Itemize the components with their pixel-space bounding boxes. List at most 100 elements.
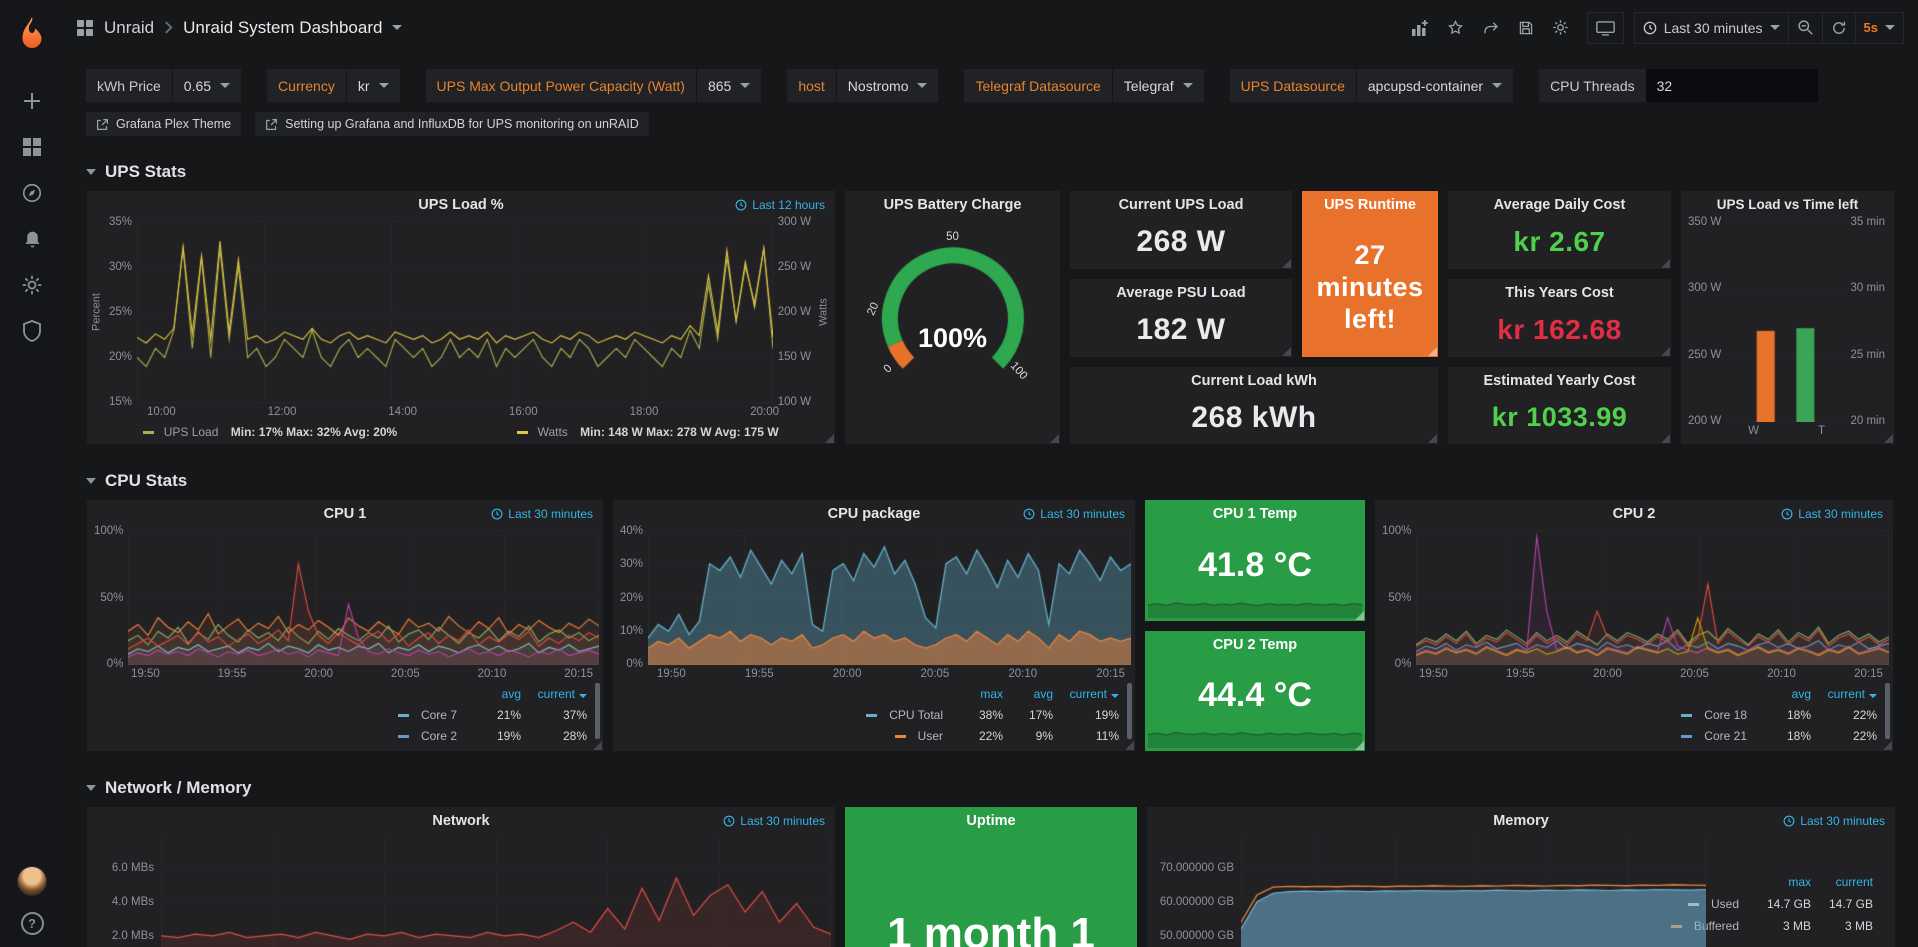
legend-item: Watts Min: 148 W Max: 278 W Avg: 175 W — [517, 425, 778, 439]
y-axis-label-left: Percent — [89, 221, 104, 403]
legend-series-toggle[interactable]: Watts — [538, 425, 568, 439]
collapse-caret-icon — [86, 169, 96, 175]
legend-scrollbar[interactable] — [595, 683, 600, 739]
help-icon[interactable]: ? — [21, 912, 44, 935]
series-swatch — [866, 714, 877, 717]
legend-series-toggle[interactable]: CPU Total — [866, 705, 953, 726]
legend-series-toggle[interactable]: User — [895, 726, 953, 747]
memory-chart-canvas[interactable] — [1241, 837, 1706, 947]
panel-network: Network Last 30 minutes 6.0 MBs 4.0 MBs … — [86, 806, 836, 947]
link-grafana-plex-theme[interactable]: Grafana Plex Theme — [86, 112, 241, 136]
ups-bar-chart-canvas[interactable] — [1726, 221, 1845, 422]
shield-icon[interactable] — [10, 310, 54, 352]
panel-cpu2: CPU 2 Last 30 minutes 100%50%0% 19:5019:… — [1374, 499, 1894, 752]
variable-value-dropdown[interactable]: Nostromo — [836, 69, 939, 102]
alerting-bell-icon[interactable] — [10, 218, 54, 260]
gauge-tick: 50 — [845, 231, 1060, 243]
time-range-picker[interactable]: Last 30 minutes — [1635, 13, 1788, 43]
legend-table: max current Used 14.7 GB 14.7 GB Buffere… — [1706, 837, 1891, 947]
user-avatar[interactable] — [17, 866, 47, 896]
legend-series-toggle[interactable]: Core 2 — [398, 726, 467, 747]
refresh-interval-picker[interactable]: 5s — [1855, 13, 1903, 43]
breadcrumb-org[interactable]: Unraid — [104, 18, 154, 38]
variable-value-dropdown[interactable]: 865 — [696, 69, 761, 102]
dashboards-icon[interactable] — [10, 126, 54, 168]
row-header-network-memory[interactable]: Network / Memory — [64, 752, 1918, 806]
cpu1-chart-canvas[interactable] — [128, 530, 599, 665]
dashboard-title[interactable]: Unraid System Dashboard — [183, 18, 382, 38]
cpu2-chart-canvas[interactable] — [1416, 530, 1889, 665]
x-axis-ticks: 19:5019:5520:0020:0520:1020:15 — [1375, 665, 1893, 680]
network-chart-canvas[interactable] — [161, 837, 831, 947]
legend-series-toggle[interactable]: Core 7 — [398, 705, 467, 726]
stat-value: 268 W — [1070, 219, 1292, 269]
legend-sort-avg[interactable]: avg — [1007, 684, 1053, 705]
panel-title[interactable]: UPS Battery Charge — [845, 191, 1060, 219]
ups-load-chart-canvas[interactable] — [137, 221, 773, 403]
variable-telegraf-datasource: Telegraf Datasource Telegraf — [964, 69, 1203, 102]
variable-value-dropdown[interactable]: 0.65 — [172, 69, 241, 102]
variable-label: UPS Max Output Power Capacity (Watt) — [426, 69, 696, 102]
panel-title[interactable]: CPU 1 Temp — [1145, 500, 1365, 528]
share-button[interactable] — [1474, 13, 1508, 43]
cpu-package-chart-canvas[interactable] — [648, 530, 1131, 665]
legend-sort-max[interactable]: max — [957, 684, 1003, 705]
row-header-ups-stats[interactable]: UPS Stats — [64, 136, 1918, 190]
refresh-button[interactable] — [1822, 13, 1855, 43]
dashboard-settings-button[interactable] — [1544, 13, 1577, 43]
legend-sort-current[interactable]: current — [525, 684, 587, 705]
panel-time-override: Last 30 minutes — [723, 814, 825, 828]
panel-title[interactable]: Current Load kWh — [1070, 367, 1438, 395]
grafana-logo-icon[interactable] — [13, 14, 51, 52]
legend-sort-avg[interactable]: avg — [1761, 684, 1811, 705]
panel-average-daily-cost: Average Daily Cost kr 2.67 — [1447, 190, 1672, 270]
save-button[interactable] — [1510, 13, 1542, 43]
series-swatch — [895, 735, 906, 738]
legend-sort-current[interactable]: current — [1057, 684, 1119, 705]
explore-compass-icon[interactable] — [10, 172, 54, 214]
legend-sort-current[interactable]: current — [1815, 684, 1877, 705]
breadcrumb-separator-icon — [164, 21, 173, 34]
panel-title[interactable]: UPS Runtime — [1302, 191, 1438, 219]
variable-currency: Currency kr — [267, 69, 399, 102]
legend-sort-max[interactable]: max — [1753, 871, 1811, 893]
apps-grid-icon[interactable] — [76, 19, 94, 37]
star-button[interactable] — [1439, 13, 1472, 43]
variable-kwh-price: kWh Price 0.65 — [86, 69, 241, 102]
series-swatch — [517, 431, 528, 434]
panel-title[interactable]: Uptime — [845, 807, 1137, 835]
legend-scrollbar[interactable] — [1885, 683, 1890, 739]
dashboard-picker-caret-icon[interactable] — [392, 25, 402, 30]
settings-gear-icon[interactable] — [10, 264, 54, 306]
legend-scrollbar[interactable] — [1127, 683, 1132, 739]
variable-value-dropdown[interactable]: kr — [346, 69, 400, 102]
legend-series-toggle[interactable]: Core 21 — [1681, 726, 1757, 747]
panel-ups-battery-charge: UPS Battery Charge 100% 0 20 50 100 — [844, 190, 1061, 445]
cpu1-temp-spark-canvas — [1148, 592, 1362, 618]
create-plus-icon[interactable] — [10, 80, 54, 122]
legend-row: Buffered 3 MB 3 MB — [1710, 915, 1873, 937]
panel-cpu2-temp: CPU 2 Temp 44.4 °C — [1144, 630, 1366, 753]
panel-title[interactable]: Current UPS Load — [1070, 191, 1292, 219]
variable-value-dropdown[interactable]: Telegraf — [1112, 69, 1204, 102]
panel-title[interactable]: This Years Cost — [1448, 279, 1671, 307]
variable-value-dropdown[interactable]: apcupsd-container — [1356, 69, 1513, 102]
zoom-out-button[interactable] — [1788, 13, 1822, 43]
panel-title[interactable]: Average Daily Cost — [1448, 191, 1671, 219]
cycle-view-tv-button[interactable] — [1588, 13, 1623, 43]
clock-icon — [1783, 815, 1795, 827]
legend-sort-current[interactable]: current — [1815, 871, 1873, 893]
panel-title[interactable]: UPS Load % — [87, 191, 835, 219]
legend-sort-avg[interactable]: avg — [471, 684, 521, 705]
link-ups-monitoring-guide[interactable]: Setting up Grafana and InfluxDB for UPS … — [255, 112, 649, 136]
panel-title[interactable]: UPS Load vs Time left — [1681, 191, 1894, 219]
cpu-threads-input[interactable] — [1646, 69, 1818, 102]
legend-series-toggle[interactable]: Core 18 — [1681, 705, 1757, 726]
panel-title[interactable]: Average PSU Load — [1070, 279, 1292, 307]
panel-title[interactable]: CPU 2 Temp — [1145, 631, 1365, 659]
panel-title[interactable]: Estimated Yearly Cost — [1448, 367, 1671, 395]
add-panel-button[interactable] — [1403, 13, 1437, 43]
panel-time-override: Last 12 hours — [735, 198, 825, 212]
legend-series-toggle[interactable]: UPS Load — [164, 425, 219, 439]
row-header-cpu-stats[interactable]: CPU Stats — [64, 445, 1918, 499]
